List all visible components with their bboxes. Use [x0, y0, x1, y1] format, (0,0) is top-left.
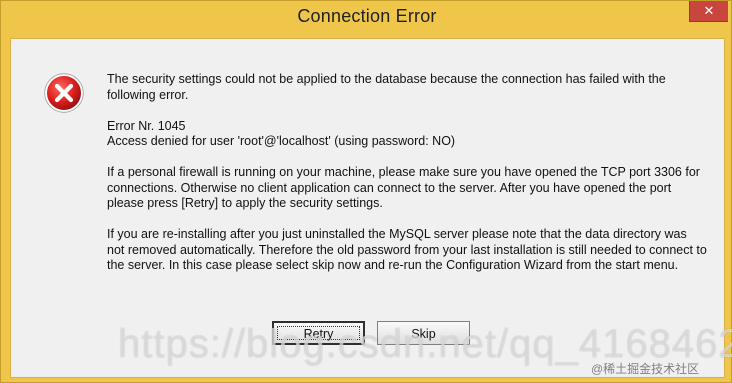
dialog-title: Connection Error — [297, 6, 437, 26]
close-button[interactable]: ✕ — [689, 1, 728, 22]
error-icon — [44, 73, 84, 113]
message-firewall: If a personal firewall is running on you… — [107, 165, 700, 210]
error-number: Error Nr. 1045 — [107, 118, 186, 133]
message-intro: The security settings could not be appli… — [107, 72, 666, 102]
error-description: Access denied for user 'root'@'localhost… — [107, 134, 456, 148]
watermark-community: @稀土掘金技术社区 — [591, 362, 700, 376]
title-bar[interactable]: Connection Error ✕ — [1, 1, 732, 37]
error-details: Error Nr. 1045 Access denied for user 'r… — [107, 119, 707, 150]
message-reinstall: If you are re-installing after you just … — [107, 227, 707, 272]
error-message: The security settings could not be appli… — [107, 72, 707, 289]
